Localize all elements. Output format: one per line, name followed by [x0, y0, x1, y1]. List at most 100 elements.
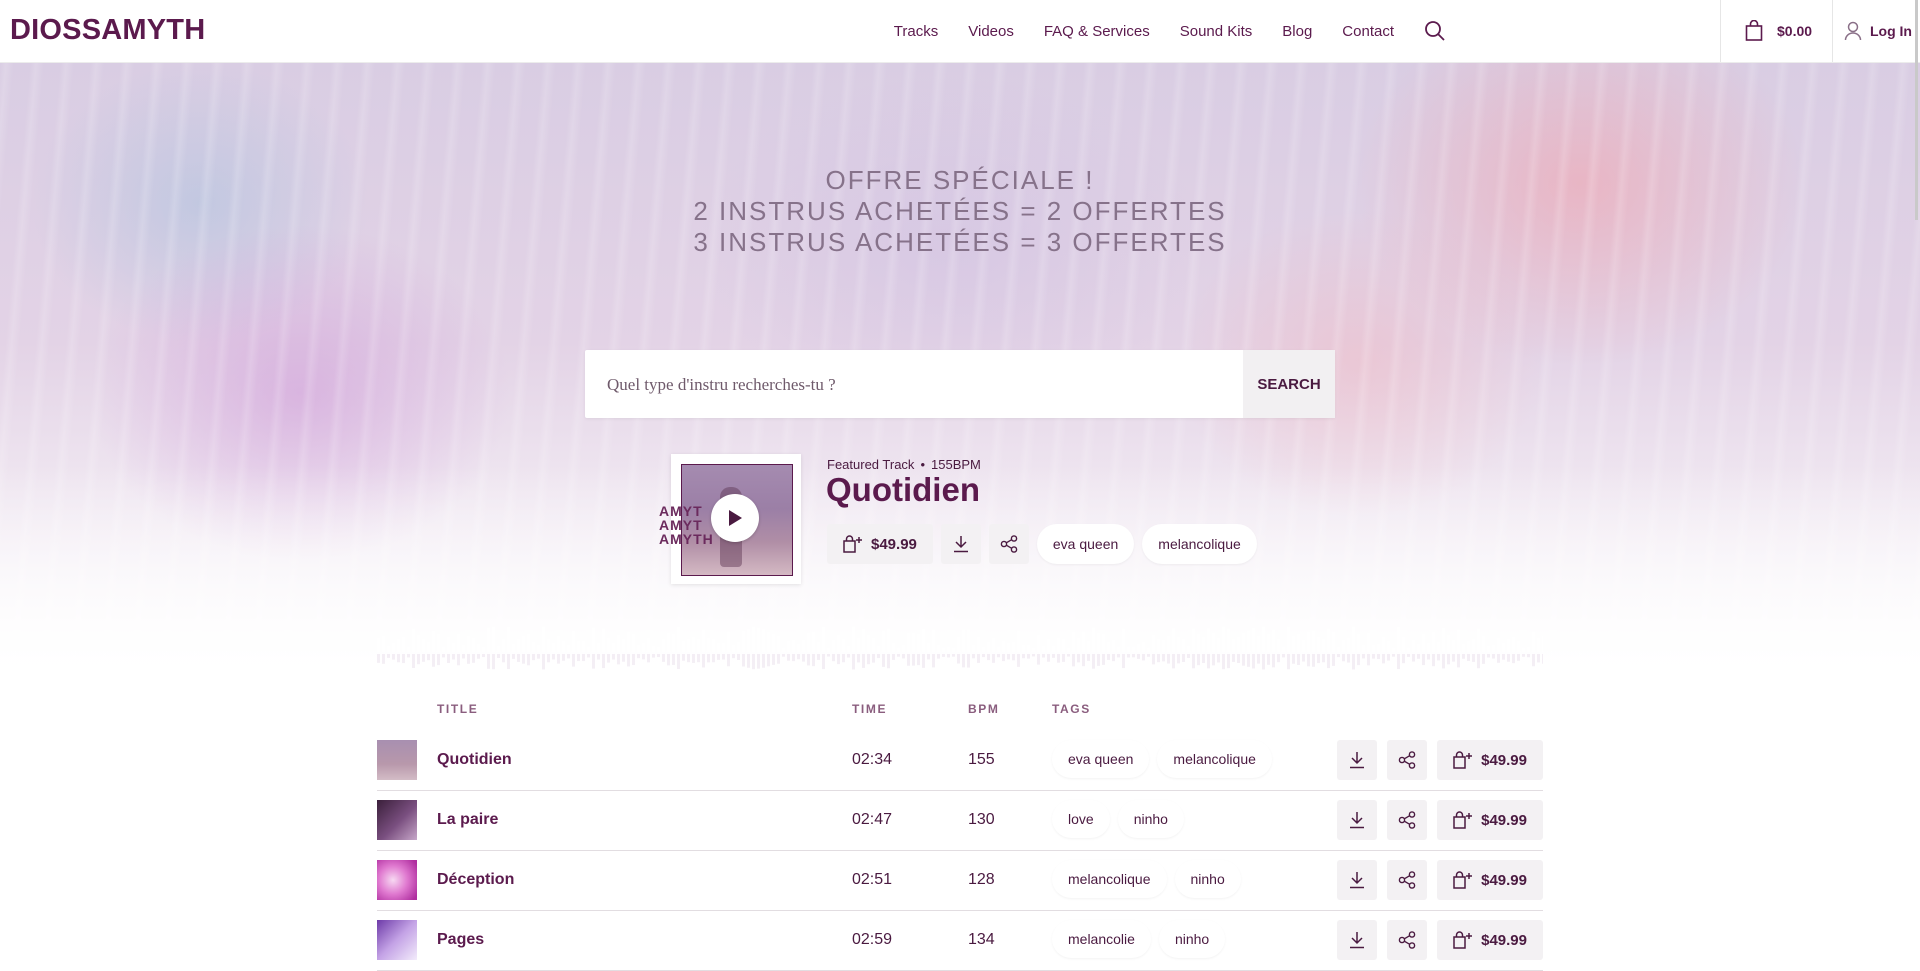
track-row[interactable]: Déception 02:51 128 melancolique ninho $…: [377, 850, 1543, 911]
featured-tag[interactable]: eva queen: [1036, 524, 1135, 564]
download-button[interactable]: [1337, 920, 1378, 960]
share-button[interactable]: [1387, 920, 1428, 960]
track-title[interactable]: La paire: [437, 790, 498, 850]
featured-waveform[interactable]: [377, 624, 1543, 674]
waveform-reflection: [487, 654, 490, 669]
track-tag[interactable]: ninho: [1158, 920, 1226, 958]
waveform-bar: [1357, 633, 1360, 652]
waveform-reflection: [457, 654, 460, 666]
waveform-reflection: [1377, 654, 1380, 660]
track-tag[interactable]: melancolique: [1157, 740, 1272, 778]
download-button[interactable]: [1337, 860, 1378, 900]
featured-cover[interactable]: AMYT AMYT AMYTH: [659, 454, 801, 584]
waveform-reflection: [972, 654, 975, 659]
search-icon[interactable]: [1424, 20, 1446, 42]
waveform-reflection: [667, 654, 670, 666]
nav-sound-kits[interactable]: Sound Kits: [1180, 23, 1253, 40]
nav-faq-services[interactable]: FAQ & Services: [1044, 23, 1150, 40]
waveform-bar: [1097, 632, 1100, 652]
nav-contact[interactable]: Contact: [1342, 23, 1394, 40]
waveform-bar: [917, 633, 920, 652]
buy-button[interactable]: $49.99: [1437, 800, 1543, 840]
waveform-reflection: [862, 654, 865, 668]
waveform-bar: [1187, 645, 1190, 652]
waveform-reflection: [657, 654, 660, 658]
waveform-bar: [1377, 643, 1380, 652]
share-button[interactable]: [1387, 740, 1428, 780]
buy-button[interactable]: $49.99: [1437, 920, 1543, 960]
track-tag[interactable]: love: [1052, 800, 1110, 838]
waveform-reflection: [417, 654, 420, 665]
waveform-bar: [1217, 637, 1220, 652]
waveform-reflection: [877, 654, 880, 659]
track-thumbnail[interactable]: [377, 920, 417, 960]
nav-tracks[interactable]: Tracks: [894, 23, 938, 40]
search-button[interactable]: SEARCH: [1243, 350, 1335, 418]
waveform-bar: [787, 640, 790, 652]
play-button[interactable]: [711, 494, 759, 542]
waveform-reflection: [912, 654, 915, 666]
track-title[interactable]: Déception: [437, 850, 514, 910]
waveform-reflection: [1257, 654, 1260, 664]
track-row[interactable]: Pages 02:59 134 melancolie ninho $49.99: [377, 910, 1543, 971]
download-button[interactable]: [1337, 800, 1378, 840]
waveform-bar: [672, 633, 675, 652]
track-title[interactable]: Quotidien: [437, 730, 512, 790]
track-thumbnail[interactable]: [377, 860, 417, 900]
waveform-bar: [1052, 645, 1055, 652]
waveform-bar: [1412, 639, 1415, 652]
waveform-reflection: [397, 654, 400, 663]
track-row[interactable]: Quotidien 02:34 155 eva queen melancoliq…: [377, 730, 1543, 791]
waveform-bar: [717, 642, 720, 652]
waveform-bar: [1387, 641, 1390, 652]
track-tag[interactable]: melancolique: [1052, 860, 1167, 898]
track-tag[interactable]: melancolie: [1052, 920, 1151, 958]
waveform-bar: [552, 642, 555, 652]
waveform-reflection: [1137, 654, 1140, 659]
waveform-reflection: [707, 654, 710, 663]
waveform-reflection: [1222, 654, 1225, 670]
login-button[interactable]: Log In: [1844, 0, 1912, 62]
waveform-reflection: [612, 654, 615, 660]
buy-button[interactable]: $49.99: [1437, 860, 1543, 900]
waveform-reflection: [387, 654, 390, 658]
track-bpm: 128: [968, 871, 995, 888]
track-thumbnail[interactable]: [377, 740, 417, 780]
nav-videos[interactable]: Videos: [968, 23, 1014, 40]
waveform-reflection: [712, 654, 715, 663]
waveform-bar: [1152, 634, 1155, 652]
waveform-bar: [1177, 636, 1180, 652]
featured-buy-button[interactable]: $49.99: [827, 524, 933, 564]
cart-button[interactable]: $0.00: [1745, 0, 1812, 62]
waveform-reflection: [427, 654, 430, 661]
nav-blog[interactable]: Blog: [1282, 23, 1312, 40]
waveform-bar: [997, 646, 1000, 652]
track-tag[interactable]: eva queen: [1052, 740, 1150, 778]
waveform-reflection: [1052, 654, 1055, 658]
track-tag[interactable]: ninho: [1117, 800, 1184, 838]
waveform-reflection: [702, 654, 705, 668]
share-button[interactable]: [1387, 860, 1428, 900]
download-button[interactable]: [1337, 740, 1378, 780]
track-title[interactable]: Pages: [437, 910, 484, 970]
track-thumbnail[interactable]: [377, 800, 417, 840]
page-scrollbar[interactable]: [1915, 0, 1918, 220]
track-tags: melancolique ninho: [1052, 860, 1249, 898]
track-row[interactable]: La paire 02:47 130 love ninho $49.99: [377, 790, 1543, 851]
waveform-bar: [1492, 644, 1495, 652]
featured-share-button[interactable]: [988, 524, 1029, 564]
site-logo[interactable]: DIOSSAMYTH: [10, 14, 205, 47]
search-box: SEARCH: [585, 350, 1335, 420]
featured-title[interactable]: Quotidien: [826, 471, 980, 509]
share-button[interactable]: [1387, 800, 1428, 840]
search-input[interactable]: [605, 350, 1209, 420]
track-tag[interactable]: ninho: [1174, 860, 1241, 898]
featured-tag[interactable]: melancolique: [1142, 524, 1257, 564]
promo-line: 2 INSTRUS ACHETÉES = 2 OFFERTES: [693, 196, 1227, 226]
featured-download-button[interactable]: [940, 524, 981, 564]
waveform-reflection: [797, 654, 800, 660]
waveform-bar: [1012, 641, 1015, 652]
waveform-reflection: [592, 654, 595, 669]
buy-button[interactable]: $49.99: [1437, 740, 1543, 780]
watermark-line: AMYT: [659, 517, 703, 533]
